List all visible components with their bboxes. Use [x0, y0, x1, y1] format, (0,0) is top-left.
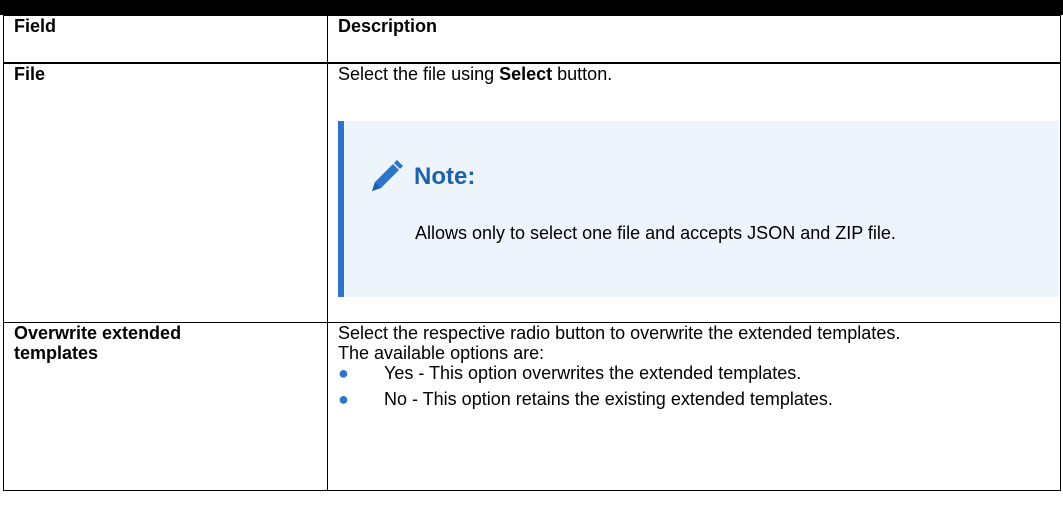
field-description: Select the file using Select button. Not…: [327, 62, 1061, 323]
pencil-icon: [372, 159, 403, 191]
note-box: Note: Allows only to select one file and…: [338, 120, 1059, 297]
header-description: Description: [327, 15, 1061, 63]
note-title: Note:: [368, 159, 475, 195]
note-body: Allows only to select one file and accep…: [415, 222, 896, 243]
table-row: File Select the file using Select button…: [3, 62, 1061, 323]
list-item: ● No - This option retains the existing e…: [338, 389, 833, 409]
note-label: Note:: [414, 162, 476, 190]
options-intro: The available options are:: [338, 343, 545, 363]
field-description-table: Field Description File Select the file u…: [3, 15, 1061, 491]
options-list: ● Yes - This option overwrites the extend…: [338, 363, 1050, 415]
field-description: Select the respective radio button to ov…: [327, 322, 1061, 491]
bullet-icon: ●: [338, 363, 349, 383]
select-keyword: Select: [499, 63, 553, 84]
bullet-icon: ●: [338, 389, 349, 409]
table-row: Overwrite extended templates Select the …: [3, 322, 1061, 491]
description-text: Select the file using Select button.: [338, 63, 613, 84]
field-name-overwrite: Overwrite extended templates: [3, 322, 328, 491]
description-text: Select the respective radio button to ov…: [338, 323, 901, 343]
field-name-file: File: [3, 62, 328, 323]
header-field: Field: [3, 15, 328, 63]
list-item: ● Yes - This option overwrites the extend…: [338, 363, 802, 383]
top-rule: [0, 0, 1063, 15]
table-header-row: Field Description: [3, 15, 1061, 63]
